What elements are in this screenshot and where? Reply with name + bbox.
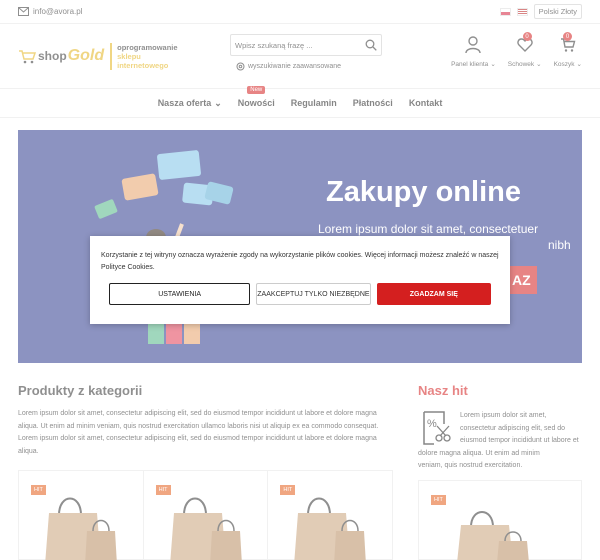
cookie-agree-button[interactable]: ZGADZAM SIĘ <box>376 283 491 305</box>
cookie-necessary-button[interactable]: ZAAKCEPTUJ TYLKO NIEZBĘDNE <box>256 283 371 305</box>
cookie-message: Korzystanie z tej witryny oznacza wyraże… <box>101 252 499 271</box>
cookie-buttons: USTAWIENIA ZAAKCEPTUJ TYLKO NIEZBĘDNE ZG… <box>101 283 499 305</box>
cookie-settings-button[interactable]: USTAWIENIA <box>109 283 251 305</box>
cookie-consent-dialog: Korzystanie z tej witryny oznacza wyraże… <box>90 236 510 324</box>
